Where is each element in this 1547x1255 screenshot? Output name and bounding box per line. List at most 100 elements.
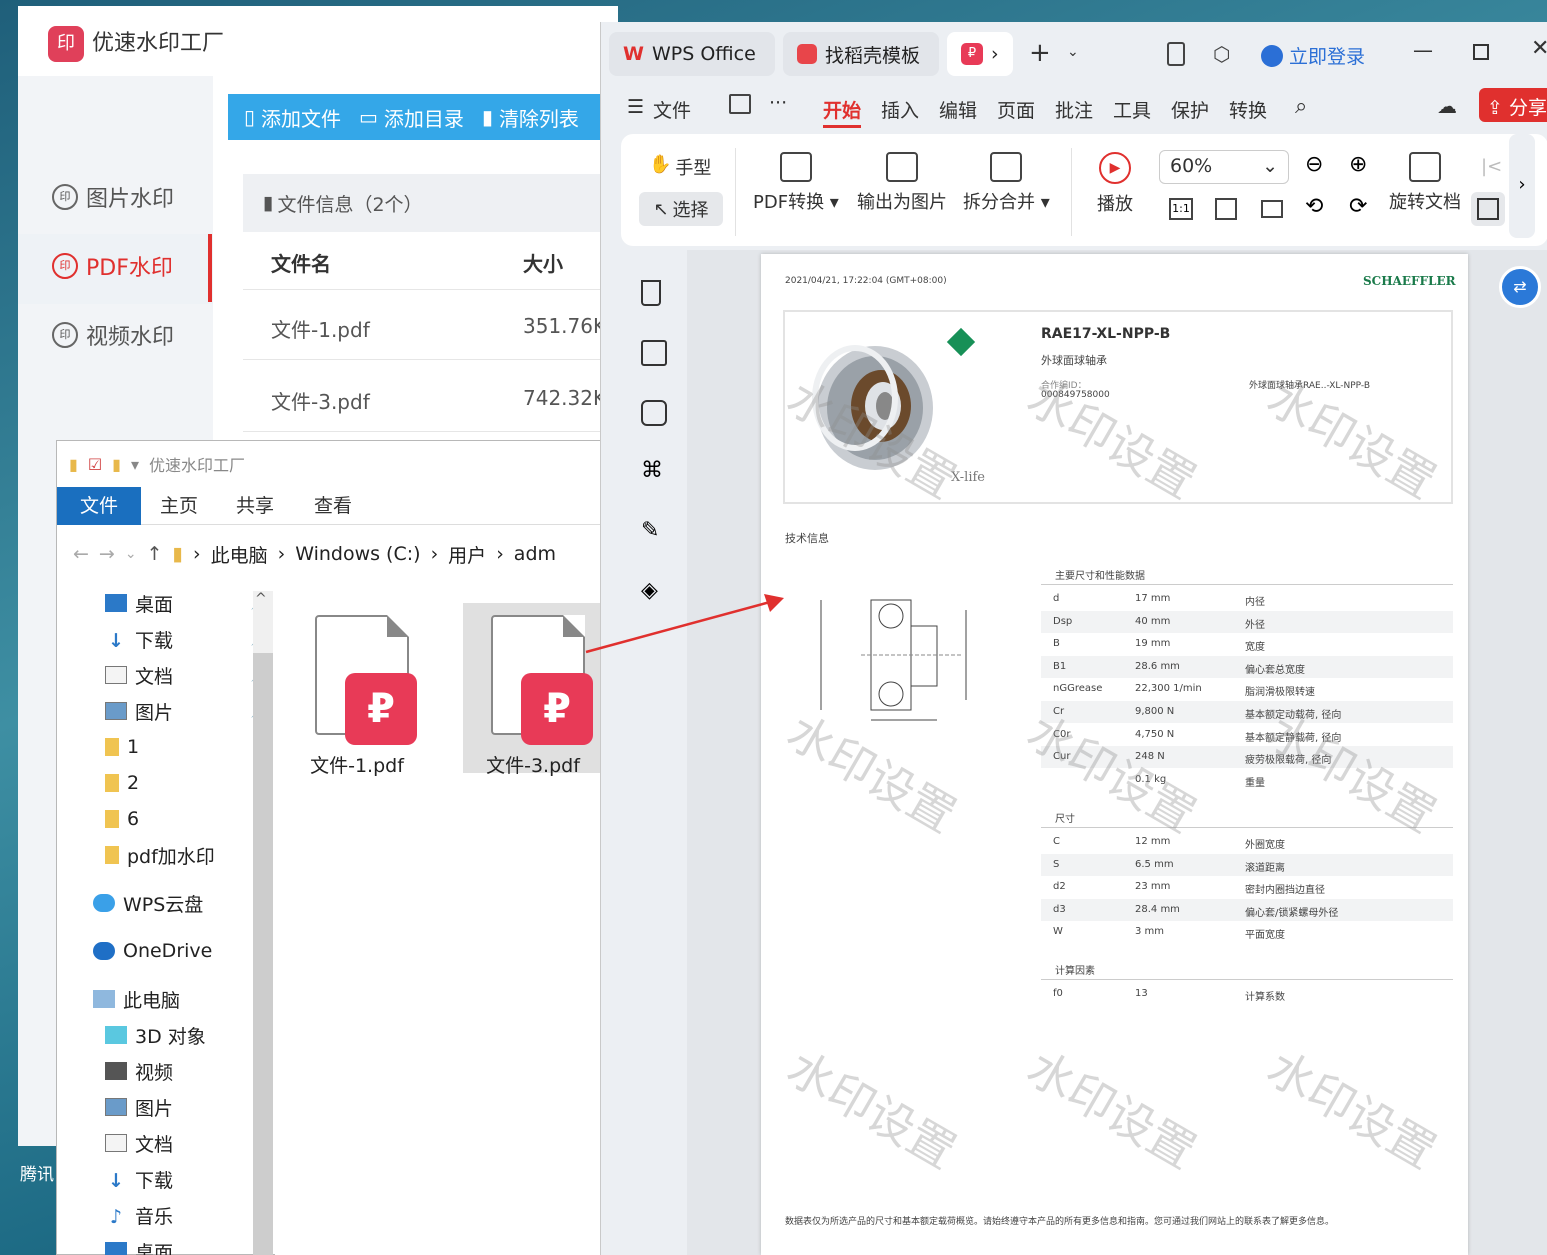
tab-wps-office[interactable]: W WPS Office [609,32,775,76]
chevron-down-icon[interactable]: ⌄ [125,546,137,562]
sidebar-item-image-watermark[interactable]: 印 图片水印 [52,174,212,220]
tab-home[interactable]: 主页 [141,487,217,525]
breadcrumb-item[interactable]: Windows (C:) [295,543,420,565]
add-file-button[interactable]: ▯ 添加文件 [244,103,341,132]
tab-view[interactable]: 查看 [293,487,373,525]
new-folder-icon[interactable]: ▮ [112,455,121,474]
nav-item-onedrive[interactable]: OneDrive [57,933,275,969]
close-icon[interactable]: ✕ [1531,36,1547,61]
back-icon[interactable]: ← [73,543,89,565]
fit-width-icon[interactable] [1261,200,1283,218]
nav-item-this-pc[interactable]: 此电脑 [57,981,275,1017]
rotate-left-icon[interactable]: ⟲ [1305,194,1323,219]
breadcrumb-item[interactable]: 用户 [448,541,486,568]
nav-item-folder[interactable]: 2 [57,765,275,801]
properties-icon[interactable]: ☑ [88,455,102,474]
nav-item-wps-cloud[interactable]: WPS云盘 [57,885,275,921]
forward-icon[interactable]: → [99,543,115,565]
nav-item-pictures[interactable]: 图片 [57,1089,275,1125]
table-row[interactable]: 文件-1.pdf 351.76K [243,290,618,360]
sidebar-item-pdf-watermark[interactable]: 印 PDF水印 [52,243,212,289]
thumbnail-icon[interactable] [641,340,667,366]
tablet-mode-icon[interactable] [1167,42,1185,66]
menu-item-insert[interactable]: 插入 [881,96,919,123]
menu-item-home[interactable]: 开始 [823,96,862,128]
attachment-icon[interactable]: ⌘ [641,458,663,483]
add-directory-button[interactable]: ▭ 添加目录 [359,103,464,132]
cube-icon[interactable]: ⬡ [1213,42,1230,66]
folder-icon[interactable] [729,94,751,114]
minimize-icon[interactable]: — [1413,38,1433,62]
tab-template[interactable]: 找稻壳模板 [783,32,939,76]
hamburger-icon[interactable]: ☰ [627,96,644,118]
floating-convert-icon[interactable]: ⇄ [1499,266,1541,308]
menu-item-convert[interactable]: 转换 [1229,96,1267,123]
export-image-button[interactable]: 输出为图片 [857,152,947,214]
tab-pdf-document[interactable]: ₽ › [947,32,1013,76]
breadcrumb-item[interactable]: 此电脑 [211,541,268,568]
new-tab-icon[interactable]: + [1029,38,1051,68]
tab-share[interactable]: 共享 [217,487,293,525]
menu-item-tools[interactable]: 工具 [1113,96,1151,123]
nav-item-desktop[interactable]: 桌面 [57,1233,275,1255]
desktop-label[interactable]: 腾讯 [20,1160,54,1185]
rotate-document-button[interactable]: 旋转文档 [1389,152,1461,214]
search-icon[interactable]: ⌕ [1295,94,1307,119]
chevron-down-icon[interactable]: ⌄ [1067,44,1079,60]
menu-item-file[interactable]: 文件 [653,96,691,123]
zoom-in-icon[interactable]: ⊕ [1349,152,1367,177]
actual-size-icon[interactable]: 1:1 [1169,198,1193,220]
menu-item-page[interactable]: 页面 [997,96,1035,123]
nav-item-documents[interactable]: 文档 [57,1125,275,1161]
tab-file[interactable]: 文件 [57,487,141,525]
single-page-view-button[interactable] [1471,192,1505,226]
breadcrumb-item[interactable]: adm [514,543,556,565]
select-tool-button[interactable]: ↖ 选择 [639,192,723,226]
maximize-icon[interactable] [1473,44,1489,60]
split-merge-button[interactable]: 拆分合并 ▾ [963,152,1050,214]
nav-item-folder[interactable]: pdf加水印 [57,837,275,873]
share-button[interactable]: ⇪ 分享 [1479,88,1547,122]
pdf-convert-button[interactable]: PDF转换 ▾ [753,152,839,214]
scroll-up-icon[interactable]: ^ [255,591,267,607]
address-bar[interactable]: ← → ⌄ ↑ ▮ › 此电脑 › Windows (C:) › 用户 › ad… [57,525,607,583]
nav-item-downloads[interactable]: ↓下载📌 [57,621,275,657]
bookmark-icon[interactable] [641,280,661,306]
fit-page-icon[interactable] [1215,198,1237,220]
first-page-icon[interactable]: |< [1481,156,1502,177]
up-icon[interactable]: ↑ [147,543,163,565]
nav-item-music[interactable]: ♪ 音乐 [57,1197,275,1233]
cloud-sync-icon[interactable]: ☁ [1437,94,1457,118]
nav-item-folder[interactable]: 1 [57,729,275,765]
play-button[interactable]: ▶ 播放 [1097,152,1133,216]
login-button[interactable]: 立即登录 [1261,42,1365,69]
ribbon-scroll-right-icon[interactable]: › [1509,134,1535,238]
clear-list-button[interactable]: ▮ 清除列表 [482,103,579,132]
nav-item-pictures[interactable]: 图片📌 [57,693,275,729]
comment-icon[interactable] [641,400,667,426]
hand-tool-button[interactable]: ✋ 手型 [649,154,711,180]
rotate-right-icon[interactable]: ⟳ [1349,194,1367,219]
menu-item-protect[interactable]: 保护 [1171,96,1209,123]
sidebar-item-video-watermark[interactable]: 印 视频水印 [52,312,212,358]
nav-item-documents[interactable]: 文档📌 [57,657,275,693]
nav-item-3d-objects[interactable]: 3D 对象 [57,1017,275,1053]
table-row[interactable]: 文件-3.pdf 742.32K [243,362,618,432]
nav-item-folder[interactable]: 6 [57,801,275,837]
signature-icon[interactable]: ✎ [641,518,659,543]
menu-item-edit[interactable]: 编辑 [939,96,977,123]
zoom-select[interactable]: 60% ⌄ [1159,150,1289,184]
nav-item-downloads[interactable]: ↓ 下载 [57,1161,275,1197]
folder-icon[interactable]: ▮ [69,455,78,474]
more-icon[interactable]: ··· [769,92,787,114]
file-item[interactable]: ₽ 文件-1.pdf [287,603,427,777]
nav-scrollbar-thumb[interactable] [253,653,273,1255]
nav-item-videos[interactable]: 视频 [57,1053,275,1089]
column-header-size[interactable]: 大小 [523,248,563,277]
chevron-right-icon[interactable]: › [991,43,999,65]
nav-item-desktop[interactable]: 桌面📌 [57,585,275,621]
menu-item-annotate[interactable]: 批注 [1055,96,1093,123]
column-header-name[interactable]: 文件名 [271,248,331,277]
chevron-down-icon[interactable]: ▾ [131,455,139,474]
zoom-out-icon[interactable]: ⊖ [1305,152,1323,177]
